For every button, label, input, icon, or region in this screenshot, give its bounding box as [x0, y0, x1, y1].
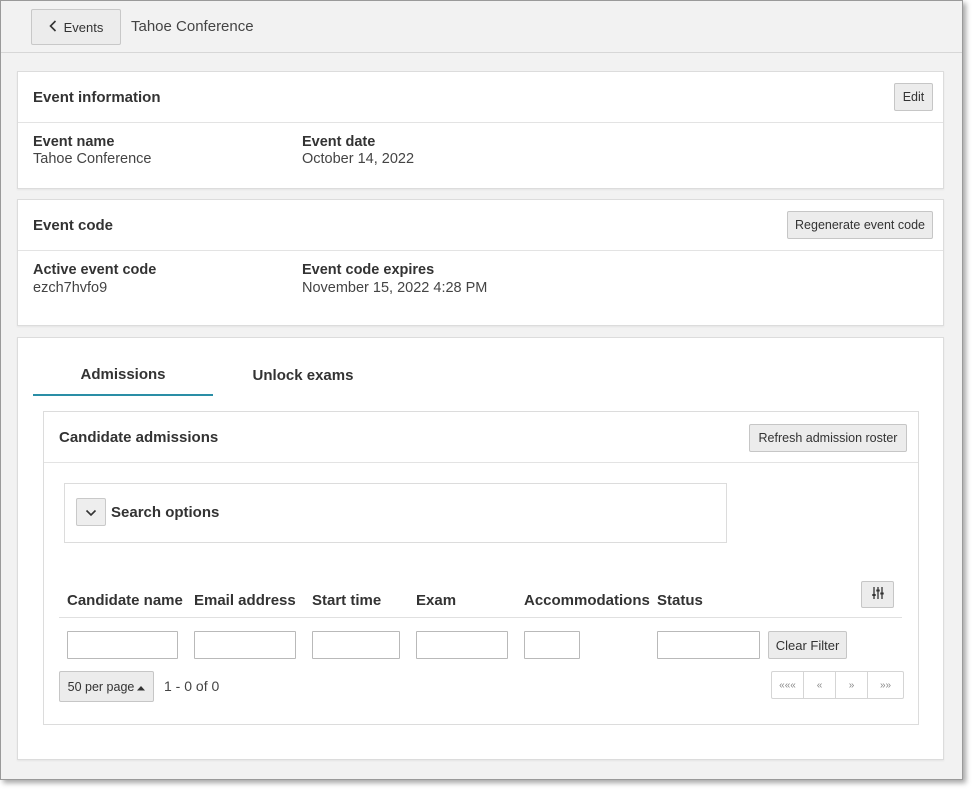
refresh-admission-roster-button[interactable]: Refresh admission roster — [749, 424, 907, 452]
app-window: Events Tahoe Conference Event informatio… — [0, 0, 963, 780]
sliders-icon — [871, 586, 885, 603]
admissions-panel: Admissions Unlock exams Candidate admiss… — [17, 337, 944, 760]
accommodations-filter-input[interactable] — [524, 631, 580, 659]
topbar: Events Tahoe Conference — [1, 1, 962, 53]
back-to-events-button[interactable]: Events — [31, 9, 121, 45]
event-date-label: Event date — [302, 134, 376, 150]
event-information-header: Event information Edit — [18, 72, 943, 123]
exam-filter-input[interactable] — [416, 631, 508, 659]
search-options-panel: Search options — [64, 483, 727, 543]
search-options-label: Search options — [111, 504, 220, 521]
event-information-card: Event information Edit Event name Tahoe … — [17, 71, 944, 189]
pagination-range: 1 - 0 of 0 — [164, 678, 220, 694]
candidate-admissions-header: Candidate admissions Refresh admission r… — [44, 412, 918, 463]
pagination-controls: ««« « » »» — [771, 671, 904, 699]
chevron-left-icon — [48, 19, 57, 35]
caret-up-icon — [137, 680, 146, 694]
email-address-filter-input[interactable] — [194, 631, 296, 659]
per-page-label: 50 per page — [67, 679, 135, 694]
page-title: Tahoe Conference — [131, 18, 254, 35]
column-settings-button[interactable] — [861, 581, 894, 608]
column-header-email-address[interactable]: Email address — [194, 592, 296, 609]
event-code-expires-value: November 15, 2022 4:28 PM — [302, 280, 488, 296]
regenerate-event-code-button[interactable]: Regenerate event code — [787, 211, 933, 239]
candidate-name-filter-input[interactable] — [67, 631, 178, 659]
event-code-header: Event code Regenerate event code — [18, 200, 943, 251]
column-header-start-time[interactable]: Start time — [312, 592, 381, 609]
event-name-label: Event name — [33, 134, 115, 150]
start-time-filter-input[interactable] — [312, 631, 400, 659]
expand-search-options-button[interactable] — [76, 498, 106, 526]
status-filter-input[interactable] — [657, 631, 760, 659]
column-header-accommodations[interactable]: Accommodations — [524, 592, 650, 609]
event-code-expires-label: Event code expires — [302, 262, 435, 278]
candidate-admissions-title: Candidate admissions — [59, 429, 219, 446]
active-event-code-value: ezch7hvfo9 — [33, 280, 108, 296]
per-page-dropdown[interactable]: 50 per page — [59, 671, 154, 702]
active-event-code-label: Active event code — [33, 262, 157, 278]
last-page-button[interactable]: »» — [868, 672, 903, 698]
event-name-value: Tahoe Conference — [33, 151, 152, 167]
table-header-divider — [59, 617, 902, 618]
event-information-title: Event information — [33, 89, 161, 106]
column-header-status[interactable]: Status — [657, 592, 703, 609]
previous-page-button[interactable]: « — [804, 672, 836, 698]
first-page-button[interactable]: ««« — [772, 672, 804, 698]
chevron-down-icon — [85, 504, 97, 520]
clear-filter-button[interactable]: Clear Filter — [768, 631, 847, 659]
next-page-button[interactable]: » — [836, 672, 868, 698]
tab-admissions[interactable]: Admissions — [33, 354, 213, 396]
edit-button[interactable]: Edit — [894, 83, 933, 111]
event-code-title: Event code — [33, 217, 114, 234]
column-header-exam[interactable]: Exam — [416, 592, 456, 609]
column-header-candidate-name[interactable]: Candidate name — [67, 592, 183, 609]
candidate-admissions-card: Candidate admissions Refresh admission r… — [43, 411, 919, 725]
event-code-card: Event code Regenerate event code Active … — [17, 199, 944, 326]
event-date-value: October 14, 2022 — [302, 151, 415, 167]
tab-unlock-exams[interactable]: Unlock exams — [213, 354, 393, 396]
back-button-label: Events — [63, 19, 104, 35]
